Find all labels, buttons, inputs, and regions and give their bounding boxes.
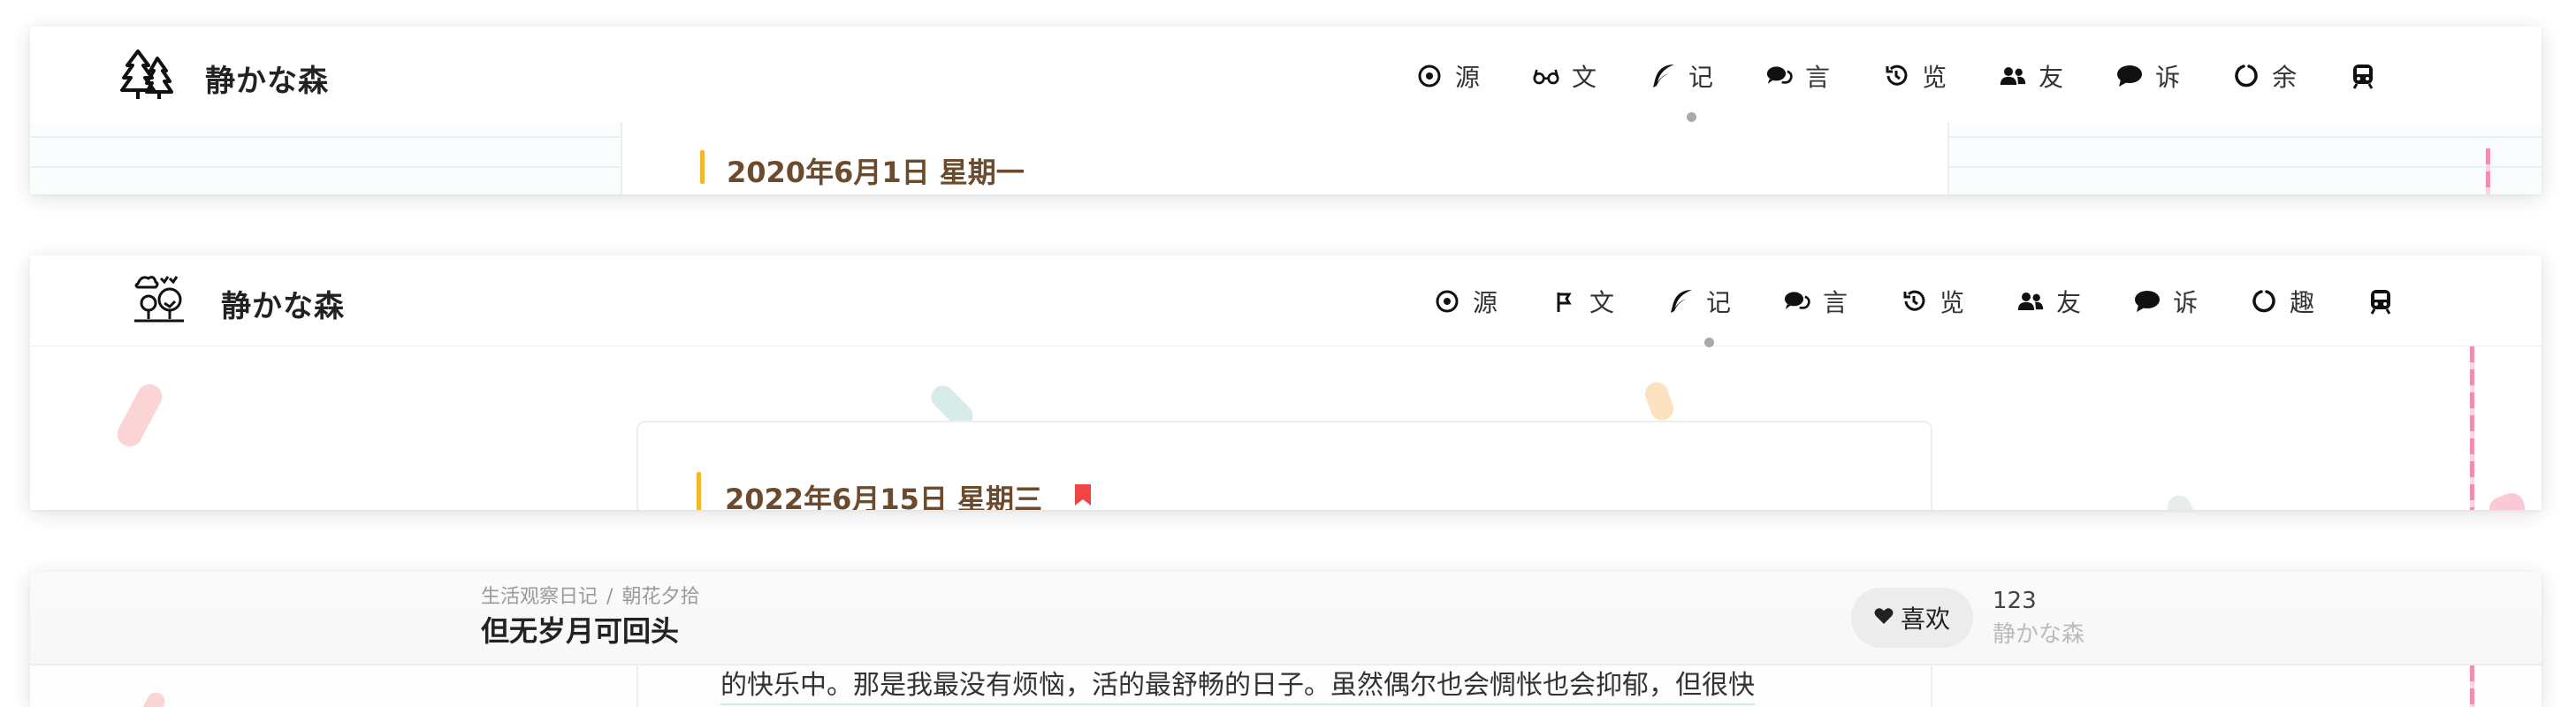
site-title[interactable]: 静かな森	[205, 57, 329, 100]
entry-date: 2022年6月15日 星期三	[725, 483, 1043, 510]
nav-item-label: 趣	[2290, 288, 2315, 317]
breadcrumb-category[interactable]: 生活观察日记	[481, 586, 598, 608]
nav-item-label: 友	[2039, 63, 2064, 92]
site-name: 静かな森	[1993, 621, 2085, 648]
main-nav: 源文记言览友诉余	[1416, 58, 2389, 122]
nav-item-label: 言	[1823, 288, 1848, 317]
decoration	[2486, 490, 2528, 510]
nav-item-label: 源	[1473, 288, 1498, 317]
nav-item-label: 余	[2272, 63, 2298, 92]
nav-item-源[interactable]: 源	[1434, 284, 1498, 319]
nav-item-label: 览	[1940, 288, 1965, 317]
train-icon	[2350, 63, 2376, 89]
bookmark-icon[interactable]	[1075, 484, 1091, 509]
date-accent-bar	[700, 150, 705, 184]
nav-item-记[interactable]: 记	[1667, 284, 1732, 347]
decorative-stripe	[2486, 148, 2490, 194]
main-nav: 源文记言览友诉趣	[1434, 284, 2406, 347]
page-body: 2020年6月1日 星期一	[30, 122, 2542, 194]
nav-item-趣[interactable]: 趣	[2251, 284, 2314, 319]
nav-item-友[interactable]: 友	[2017, 284, 2081, 319]
nav-item-余[interactable]: 余	[2233, 58, 2297, 94]
nav-item-label: 记	[1688, 63, 1714, 92]
nav-item-label: 文	[1589, 288, 1615, 317]
circle-notch-icon	[2251, 288, 2277, 315]
train-icon	[2367, 288, 2394, 315]
comment-icon	[2116, 63, 2143, 89]
nav-item-文[interactable]: 文	[1533, 58, 1597, 94]
users-icon	[2017, 288, 2044, 315]
nav-item-言[interactable]: 言	[1766, 58, 1830, 94]
nav-item-label: 诉	[2173, 288, 2199, 317]
forest-logo-icon[interactable]	[131, 271, 187, 330]
date-accent-bar	[697, 472, 701, 510]
decorative-stripe	[2470, 665, 2474, 707]
nav-item-源[interactable]: 源	[1416, 58, 1480, 94]
decoration	[140, 689, 168, 707]
site-header: 静かな森 源 文 记 言 览 友 诉 余	[30, 27, 2542, 122]
nav-item-文[interactable]: 文	[1551, 284, 1614, 319]
nav-item-览[interactable]: 览	[1901, 284, 1964, 319]
trees-logo-icon[interactable]	[118, 48, 175, 104]
nav-item-label: 友	[2056, 288, 2082, 317]
nav-item-label: 诉	[2155, 63, 2181, 92]
target-icon	[1434, 288, 1460, 315]
like-button[interactable]: 喜欢	[1851, 588, 1973, 648]
comment-icon	[2134, 288, 2161, 315]
circle-notch-icon	[2233, 63, 2260, 89]
diary-panel: 2022年6月15日 星期三	[636, 421, 1932, 510]
nav-item-诉[interactable]: 诉	[2134, 284, 2198, 319]
history-icon	[1883, 63, 1909, 89]
flag-icon	[1551, 288, 1577, 315]
nav-item-友[interactable]: 友	[2000, 58, 2063, 94]
header-variant-2: 静かな森 源 文 记 言 览 友 诉 趣 2022年6月15日 星期三	[30, 255, 2542, 510]
nav-item-label: 览	[1922, 63, 1947, 92]
nav-item-label: 记	[1706, 288, 1732, 317]
post-title: 但无岁月可回头	[481, 614, 680, 648]
like-label: 喜欢	[1900, 604, 1950, 634]
decoration	[2163, 490, 2199, 510]
entry-date: 2020年6月1日 星期一	[727, 156, 1025, 189]
glasses-icon	[1533, 63, 1559, 89]
post-excerpt: 的快乐中。那是我最没有烦恼，活的最舒畅的日子。虽然偶尔也会惆怅也会抑郁，但很快	[720, 663, 1755, 705]
history-icon	[1901, 288, 1927, 315]
breadcrumb-separator: /	[606, 586, 614, 608]
post-header-bar: 生活观察日记 / 朝花夕拾 但无岁月可回头 喜欢 123 静かな森	[30, 572, 2542, 665]
heart-icon	[1874, 607, 1894, 628]
nav-item-记[interactable]: 记	[1650, 58, 1714, 122]
comments-icon	[1766, 63, 1793, 89]
site-header: 静かな森 源 文 记 言 览 友 诉 趣	[30, 255, 2542, 347]
decoration	[112, 379, 167, 452]
nav-item-览[interactable]: 览	[1883, 58, 1947, 94]
feather-icon	[1650, 63, 1676, 89]
nav-item-label: 文	[1572, 63, 1597, 92]
like-count: 123	[1993, 588, 2037, 614]
header-variant-1: 静かな森 源 文 记 言 览 友 诉 余 2020年6月1日 星期一	[30, 27, 2542, 194]
target-icon	[1416, 63, 1443, 89]
decoration	[1642, 378, 1677, 424]
nav-item-诉[interactable]: 诉	[2116, 58, 2180, 94]
nav-item-label: 源	[1455, 63, 1481, 92]
nav-item-train[interactable]	[2350, 63, 2389, 89]
nav-item-train[interactable]	[2367, 288, 2406, 315]
comments-icon	[1784, 288, 1810, 315]
feather-icon	[1667, 288, 1694, 315]
breadcrumb: 生活观察日记 / 朝花夕拾	[481, 581, 699, 609]
nav-item-言[interactable]: 言	[1784, 284, 1848, 319]
nav-item-label: 言	[1805, 63, 1831, 92]
post-sticky-header: 生活观察日记 / 朝花夕拾 但无岁月可回头 喜欢 123 静かな森 的快乐中。那是我…	[30, 572, 2542, 707]
decorative-stripe	[2470, 346, 2474, 510]
site-title[interactable]: 静かな森	[221, 282, 345, 325]
users-icon	[2000, 63, 2026, 89]
breadcrumb-subcategory[interactable]: 朝花夕拾	[621, 586, 699, 608]
